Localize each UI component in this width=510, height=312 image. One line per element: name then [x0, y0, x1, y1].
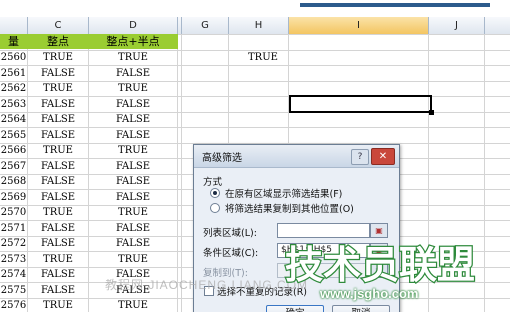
cell-row-number[interactable]: 2567	[0, 159, 27, 175]
cell-d[interactable]: FALSE	[89, 66, 177, 82]
cell-row-number[interactable]: 2569	[0, 190, 27, 206]
close-button[interactable]: ✕	[371, 148, 395, 165]
cell-d[interactable]: TRUE	[89, 298, 177, 312]
cell-c[interactable]: FALSE	[28, 190, 88, 206]
cell-row-number[interactable]: 2563	[0, 97, 27, 113]
fill-handle[interactable]	[429, 110, 434, 115]
column-header-d[interactable]: D	[89, 17, 178, 34]
cell-c[interactable]: TRUE	[28, 252, 88, 268]
column-header-i[interactable]: I	[289, 17, 429, 34]
list-range-input[interactable]	[277, 223, 370, 238]
mode-group-label: 方式	[203, 177, 223, 188]
dialog-titlebar[interactable]: 高级筛选 ? ✕	[194, 145, 399, 168]
radio-copy-to-label[interactable]: 将筛选结果复制到其他位置(O)	[225, 201, 354, 215]
cell-row-number[interactable]: 2574	[0, 267, 27, 283]
cell-c[interactable]: TRUE	[28, 143, 88, 159]
radio-in-place-label[interactable]: 在原有区域显示筛选结果(F)	[225, 186, 342, 200]
watermark-left: 教程网 JIAOCHENG.LIANG.COM	[105, 278, 309, 292]
header-cell-c[interactable]: 整点	[28, 34, 88, 49]
cell-c[interactable]: FALSE	[28, 267, 88, 283]
cell-row-number[interactable]: 2560	[0, 50, 27, 66]
cell-d[interactable]: TRUE	[89, 252, 177, 268]
criteria-cell-h2[interactable]: TRUE	[248, 52, 278, 63]
cell-c[interactable]: FALSE	[28, 128, 88, 144]
cell-c[interactable]: FALSE	[28, 97, 88, 113]
cell-c[interactable]: TRUE	[28, 50, 88, 66]
cell-d[interactable]: FALSE	[89, 128, 177, 144]
cell-d[interactable]: FALSE	[89, 221, 177, 237]
dialog-title: 高级筛选	[202, 153, 242, 164]
cell-c[interactable]: FALSE	[28, 159, 88, 175]
criteria-range-label: 条件区域(C):	[203, 248, 259, 259]
cell-row-number[interactable]: 2570	[0, 205, 27, 221]
cell-d[interactable]: FALSE	[89, 97, 177, 113]
table-row: 2562 TRUE TRUE	[0, 81, 510, 97]
cell-row-number[interactable]: 2573	[0, 252, 27, 268]
cell-row-number[interactable]: 2576	[0, 298, 27, 312]
cell-row-number[interactable]: 2565	[0, 128, 27, 144]
cell-row-number[interactable]: 2572	[0, 236, 27, 252]
cancel-button[interactable]: 取消	[332, 305, 390, 312]
cell-d[interactable]: TRUE	[89, 143, 177, 159]
cell-c[interactable]: FALSE	[28, 283, 88, 299]
cell-d[interactable]: FALSE	[89, 112, 177, 128]
cell-c[interactable]: TRUE	[28, 81, 88, 97]
header-cell-d[interactable]: 整点+半点	[89, 34, 177, 49]
brand-watermark-text: 技术员联盟	[285, 243, 475, 287]
cell-row-number[interactable]: 2566	[0, 143, 27, 159]
cell-row-number[interactable]: 2571	[0, 221, 27, 237]
cell-c[interactable]: FALSE	[28, 221, 88, 237]
cell-d[interactable]: FALSE	[89, 236, 177, 252]
radio-copy-to[interactable]	[210, 203, 220, 213]
list-range-picker-icon[interactable]: ▣	[370, 223, 388, 238]
cell-row-number[interactable]: 2562	[0, 81, 27, 97]
header-row: 量 整点 整点+半点	[0, 34, 178, 49]
column-header-c[interactable]: C	[28, 17, 89, 34]
help-button[interactable]: ?	[351, 149, 369, 165]
column-header-bar: C D G H I J	[0, 17, 510, 35]
column-header-g[interactable]: G	[182, 17, 229, 34]
column-header-b[interactable]	[0, 17, 28, 34]
list-range-label: 列表区域(L):	[203, 228, 257, 239]
cell-row-number[interactable]: 2568	[0, 174, 27, 190]
cell-d[interactable]: TRUE	[89, 205, 177, 221]
cell-c[interactable]: TRUE	[28, 205, 88, 221]
cell-row-number[interactable]: 2575	[0, 283, 27, 299]
radio-in-place[interactable]	[210, 188, 220, 198]
cell-d[interactable]: TRUE	[89, 81, 177, 97]
cell-row-number[interactable]: 2564	[0, 112, 27, 128]
header-cell-b[interactable]: 量	[0, 34, 27, 49]
spreadsheet: C D G H I J 量 整点 整点+半点 2560 TRUE TRUE 2561 F…	[0, 0, 510, 312]
cell-d[interactable]: FALSE	[89, 190, 177, 206]
table-row: 2565 FALSE FALSE	[0, 128, 510, 144]
cell-d[interactable]: TRUE	[89, 50, 177, 66]
cell-c[interactable]: FALSE	[28, 236, 88, 252]
watermark-url: www.jsgho.com	[320, 286, 419, 301]
top-band	[0, 0, 510, 14]
window-edge	[300, 3, 490, 7]
column-header-h[interactable]: H	[229, 17, 289, 34]
cell-c[interactable]: TRUE	[28, 298, 88, 312]
cell-d[interactable]: FALSE	[89, 159, 177, 175]
column-header-j[interactable]: J	[429, 17, 485, 34]
active-cell-selection[interactable]	[289, 95, 434, 115]
cell-c[interactable]: FALSE	[28, 112, 88, 128]
cell-d[interactable]: FALSE	[89, 174, 177, 190]
cell-row-number[interactable]: 2561	[0, 66, 27, 82]
table-row: 2561 FALSE FALSE	[0, 66, 510, 82]
ok-button[interactable]: 确定	[266, 305, 324, 312]
cell-c[interactable]: FALSE	[28, 66, 88, 82]
cell-c[interactable]: FALSE	[28, 174, 88, 190]
